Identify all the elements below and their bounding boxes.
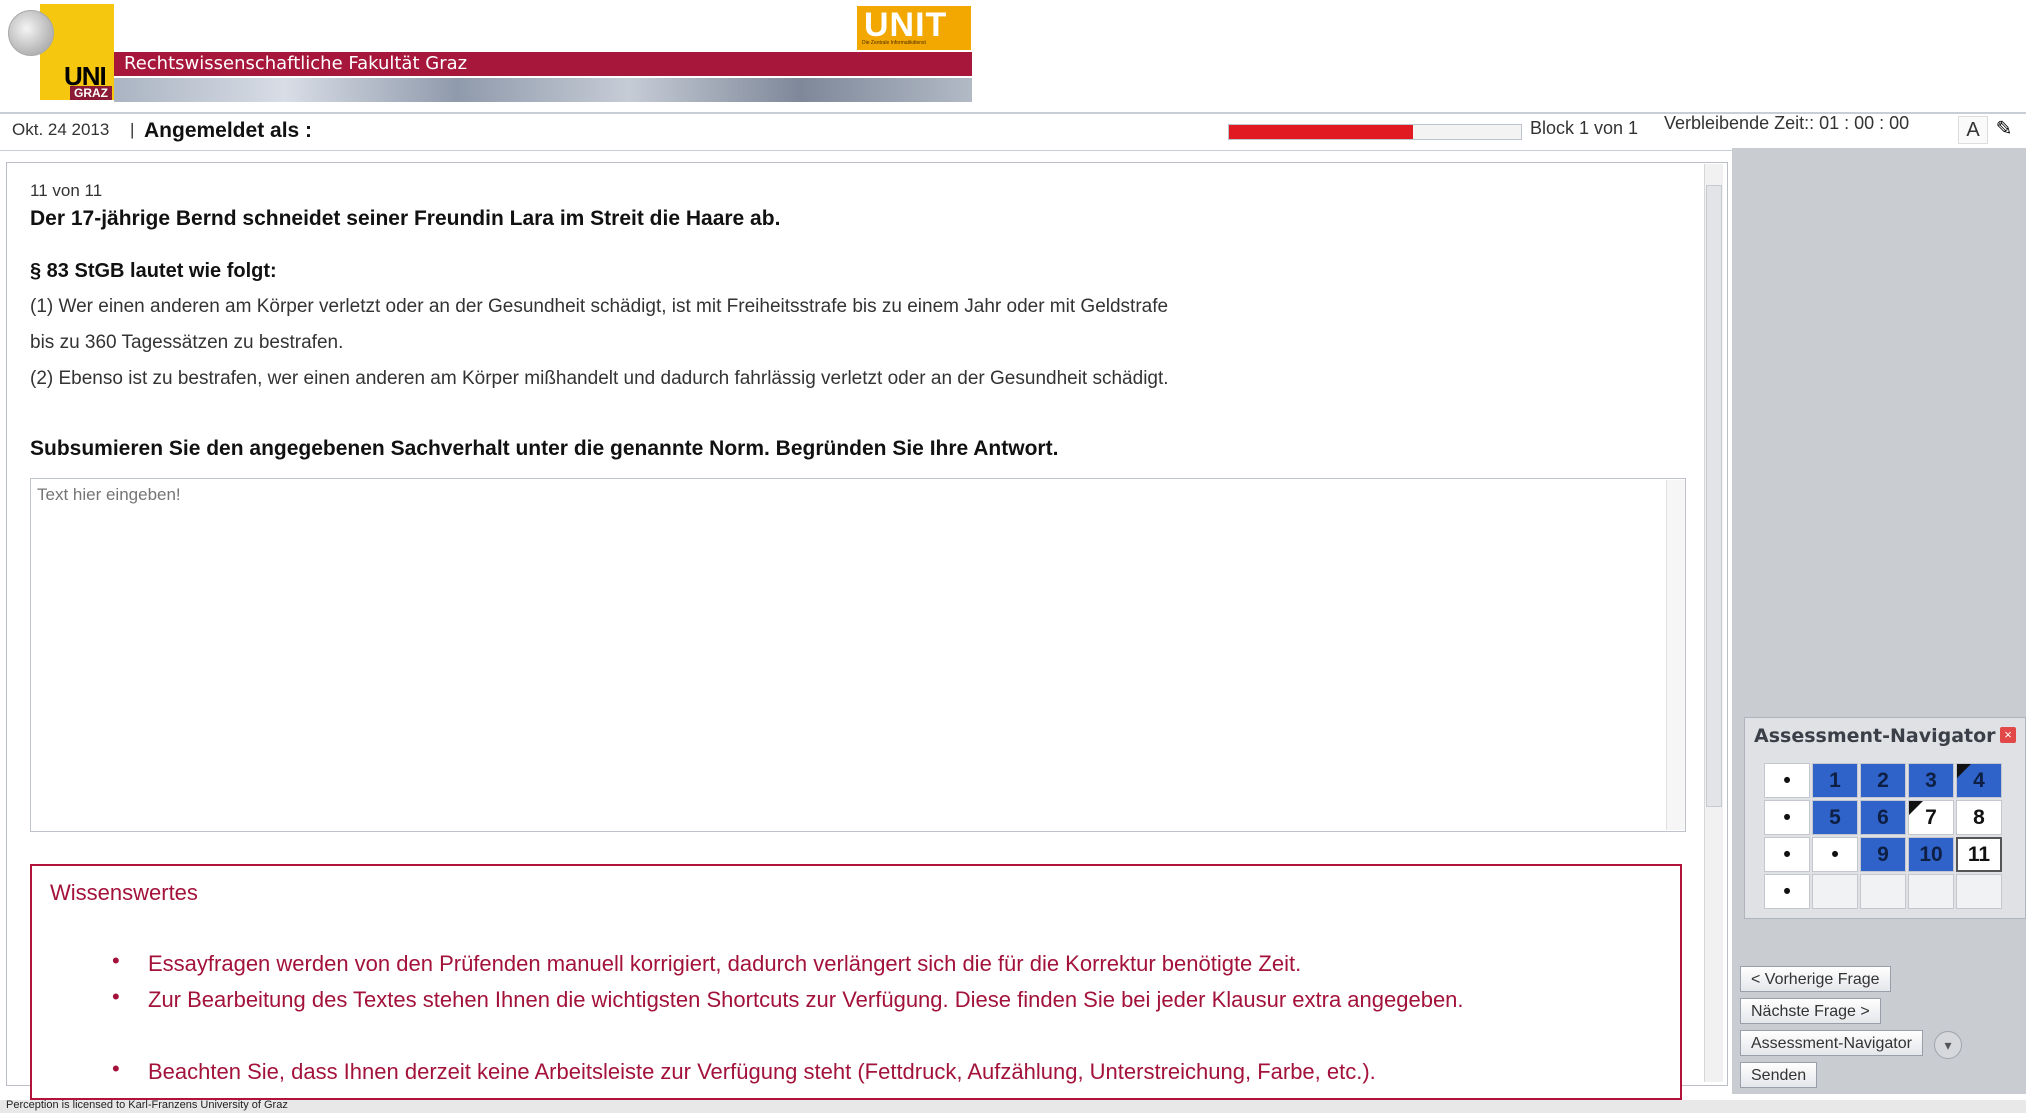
assessment-navigator-button[interactable]: Assessment-Navigator: [1740, 1030, 1923, 1056]
question-cell[interactable]: •: [1812, 837, 1858, 872]
question-cell[interactable]: •: [1764, 837, 1810, 872]
question-cell[interactable]: 3: [1908, 763, 1954, 798]
info-item: Beachten Sie, dass Ihnen derzeit keine A…: [148, 1059, 1376, 1084]
question-cell[interactable]: 11: [1956, 837, 2002, 872]
filter-icon[interactable]: ▾: [1934, 1031, 1962, 1059]
answer-textarea[interactable]: [30, 478, 1686, 832]
question-cell[interactable]: 1: [1812, 763, 1858, 798]
law-paragraph-1: (1) Wer einen anderen am Körper verletzt…: [30, 296, 1169, 317]
bullet-icon: •: [112, 948, 120, 973]
question-cell[interactable]: 4: [1956, 763, 2002, 798]
question-cell[interactable]: •: [1764, 874, 1810, 909]
question-cell[interactable]: 9: [1860, 837, 1906, 872]
university-seal-icon: [8, 10, 54, 56]
question-scrollbar-thumb[interactable]: [1706, 185, 1722, 807]
footer-bar: [0, 1100, 2026, 1113]
question-cell[interactable]: 7: [1908, 800, 1954, 835]
banner-photo: [114, 78, 972, 102]
status-separator: |: [130, 120, 135, 139]
question-cell: [1908, 874, 1954, 909]
bullet-icon: •: [112, 984, 120, 1009]
question-number: 11 von 11: [30, 181, 103, 200]
time-progress-fill: [1229, 125, 1413, 139]
remaining-time: Verbleibende Zeit:: 01 : 00 : 00: [1664, 113, 1910, 133]
question-cell[interactable]: 8: [1956, 800, 2002, 835]
unit-logo-subtitle: Die Zentrale Informatikdienst: [862, 40, 926, 46]
law-heading: § 83 StGB lautet wie folgt:: [30, 260, 277, 282]
close-icon[interactable]: ×: [2000, 727, 2016, 743]
font-size-button[interactable]: A: [1958, 116, 1988, 144]
block-indicator: Block 1 von 1: [1530, 118, 1639, 138]
assessment-navigator-title: Assessment-Navigator: [1754, 725, 1996, 747]
question-cell[interactable]: •: [1764, 800, 1810, 835]
info-title: Wissenswertes: [50, 880, 198, 905]
graz-logo-text: GRAZ: [70, 86, 112, 100]
question-cell[interactable]: 10: [1908, 837, 1954, 872]
question-cell[interactable]: •: [1764, 763, 1810, 798]
question-cell: [1956, 874, 2002, 909]
question-cell: [1812, 874, 1858, 909]
side-panel: [1732, 148, 2026, 1094]
previous-question-button[interactable]: < Vorherige Frage: [1740, 966, 1891, 992]
info-item: Essayfragen werden von den Prüfenden man…: [148, 951, 1302, 976]
logged-in-label: Angemeldet als :: [144, 119, 313, 142]
law-paragraph-1-cont: bis zu 360 Tagessätzen zu bestrafen.: [30, 332, 344, 353]
next-question-button[interactable]: Nächste Frage >: [1740, 998, 1881, 1024]
info-item: Zur Bearbeitung des Textes stehen Ihnen …: [148, 987, 1464, 1012]
answer-scrollbar[interactable]: [1666, 480, 1685, 830]
question-cell[interactable]: 2: [1860, 763, 1906, 798]
question-cell[interactable]: 6: [1860, 800, 1906, 835]
send-button[interactable]: Senden: [1740, 1062, 1818, 1088]
license-text: Perception is licensed to Karl-Franzens …: [6, 1099, 288, 1111]
question-cell[interactable]: 5: [1812, 800, 1858, 835]
faculty-title: Rechtswissenschaftliche Fakultät Graz: [114, 52, 972, 76]
time-progress-bar: [1228, 124, 1522, 140]
bullet-icon: •: [112, 1056, 120, 1081]
law-paragraph-2: (2) Ebenso ist zu bestrafen, wer einen a…: [30, 368, 1169, 389]
pen-icon[interactable]: ✎: [1990, 116, 2018, 142]
question-grid: • 1 2 3 4 • 5 6 7 8 • • 9 10 11 •: [1764, 763, 2002, 911]
question-instruction: Subsumieren Sie den angegebenen Sachverh…: [30, 437, 1059, 460]
exam-date: Okt. 24 2013: [12, 120, 110, 139]
question-title: Der 17-jährige Bernd schneidet seiner Fr…: [30, 207, 781, 230]
question-cell: [1860, 874, 1906, 909]
